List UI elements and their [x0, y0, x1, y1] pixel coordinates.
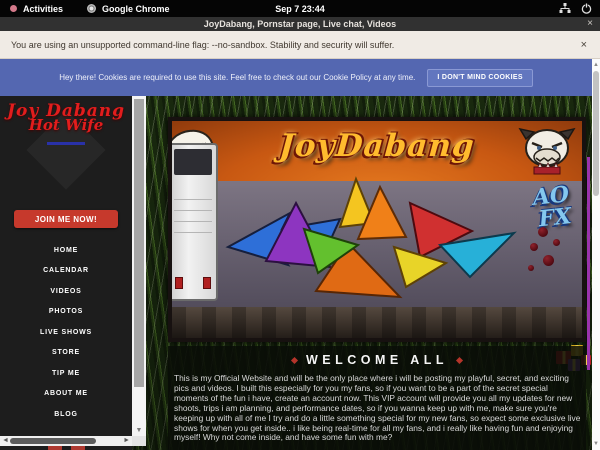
sidebar-vertical-scrollbar[interactable]: ▼	[132, 96, 146, 436]
network-icon[interactable]	[559, 3, 571, 14]
sidebar-hscroll-thumb[interactable]	[10, 438, 96, 444]
sidebar-nav: HOME CALENDAR VIDEOS PHOTOS LIVE SHOWS S…	[0, 240, 132, 425]
sidebar-item-home[interactable]: HOME	[0, 240, 132, 261]
page-vscroll-up-icon[interactable]: ▲	[592, 61, 600, 69]
clock[interactable]: Sep 7 23:44	[0, 4, 600, 14]
page-vscroll-down-icon[interactable]: ▼	[592, 440, 600, 448]
wall-letters: AO FX	[532, 183, 573, 231]
sidebar-item-calendar[interactable]: CALENDAR	[0, 261, 132, 282]
join-me-now-button[interactable]: JOIN ME NOW!	[14, 210, 118, 228]
wall-dot-decoration	[530, 243, 538, 251]
banner-top-section: CAN'T YOU READ! JoyDabang	[172, 121, 582, 181]
welcome-heading: WELCOME ALL	[306, 353, 448, 367]
system-top-bar: Activities Google Chrome Sep 7 23:44	[0, 0, 600, 17]
sidebar-vscroll-thumb[interactable]	[134, 99, 144, 387]
sidebar-item-blog[interactable]: BLOG	[0, 404, 132, 425]
sidebar-hscroll-left-icon[interactable]: ◄	[2, 436, 9, 446]
sidebar-scroll-corner	[132, 436, 146, 446]
warning-message: You are using an unsupported command-lin…	[0, 40, 394, 50]
graffiti-burst-graphic	[208, 175, 528, 307]
welcome-section: WELCOME ALL This is my Official Website …	[168, 346, 586, 450]
web-page: Hey there! Cookies are required to use t…	[0, 59, 600, 450]
wall-dot-decoration	[543, 255, 554, 266]
wall-dot-decoration	[553, 239, 560, 246]
wall-dot-decoration	[528, 265, 534, 271]
logo-link[interactable]	[47, 142, 85, 145]
desktop-screen: Activities Google Chrome Sep 7 23:44 Joy…	[0, 0, 600, 450]
banner-ground-section	[172, 307, 582, 338]
page-title: JoyDabang, Pornstar page, Live chat, Vid…	[204, 19, 396, 29]
site-logo[interactable]: Joy Dabang Hot Wife	[0, 96, 132, 192]
sidebar: Joy Dabang Hot Wife JOIN ME NOW! HOME CA…	[0, 96, 132, 450]
sidebar-item-videos[interactable]: VIDEOS	[0, 281, 132, 302]
welcome-paragraph: This is my Official Website and will be …	[174, 374, 581, 443]
wall-dot-decoration	[538, 227, 548, 237]
sidebar-frame: Joy Dabang Hot Wife JOIN ME NOW! HOME CA…	[0, 96, 146, 450]
sandbox-warning-bar: You are using an unsupported command-lin…	[0, 31, 600, 59]
power-icon[interactable]	[581, 3, 592, 14]
sidebar-horizontal-scrollbar[interactable]: ◄ ►	[0, 436, 132, 446]
sidebar-item-tip-me[interactable]: TIP ME	[0, 363, 132, 384]
page-vscroll-thumb[interactable]	[593, 71, 599, 196]
sidebar-item-store[interactable]: STORE	[0, 343, 132, 364]
purple-accent-line	[587, 157, 590, 370]
sidebar-vscroll-down-icon[interactable]: ▼	[132, 427, 146, 434]
close-tab-icon[interactable]: ×	[587, 17, 593, 31]
page-vertical-scrollbar[interactable]: ▲ ▼	[592, 59, 600, 450]
hero-banner-image: CAN'T YOU READ! JoyDabang	[168, 117, 586, 342]
sidebar-hscroll-right-icon[interactable]: ►	[123, 436, 130, 446]
warning-close-icon[interactable]: ×	[581, 39, 587, 51]
heading-dot-right	[456, 356, 463, 363]
sidebar-item-about-me[interactable]: ABOUT ME	[0, 384, 132, 405]
main-content: CAN'T YOU READ! JoyDabang	[168, 59, 586, 450]
heading-dot-left	[291, 356, 298, 363]
browser-title-bar: JoyDabang, Pornstar page, Live chat, Vid…	[0, 17, 600, 31]
bulldog-icon	[518, 123, 576, 179]
logo-line2: Hot Wife	[0, 116, 132, 134]
sidebar-item-live-shows[interactable]: LIVE SHOWS	[0, 322, 132, 343]
sidebar-item-photos[interactable]: PHOTOS	[0, 302, 132, 323]
graffiti-wall: AO FX	[172, 181, 582, 307]
